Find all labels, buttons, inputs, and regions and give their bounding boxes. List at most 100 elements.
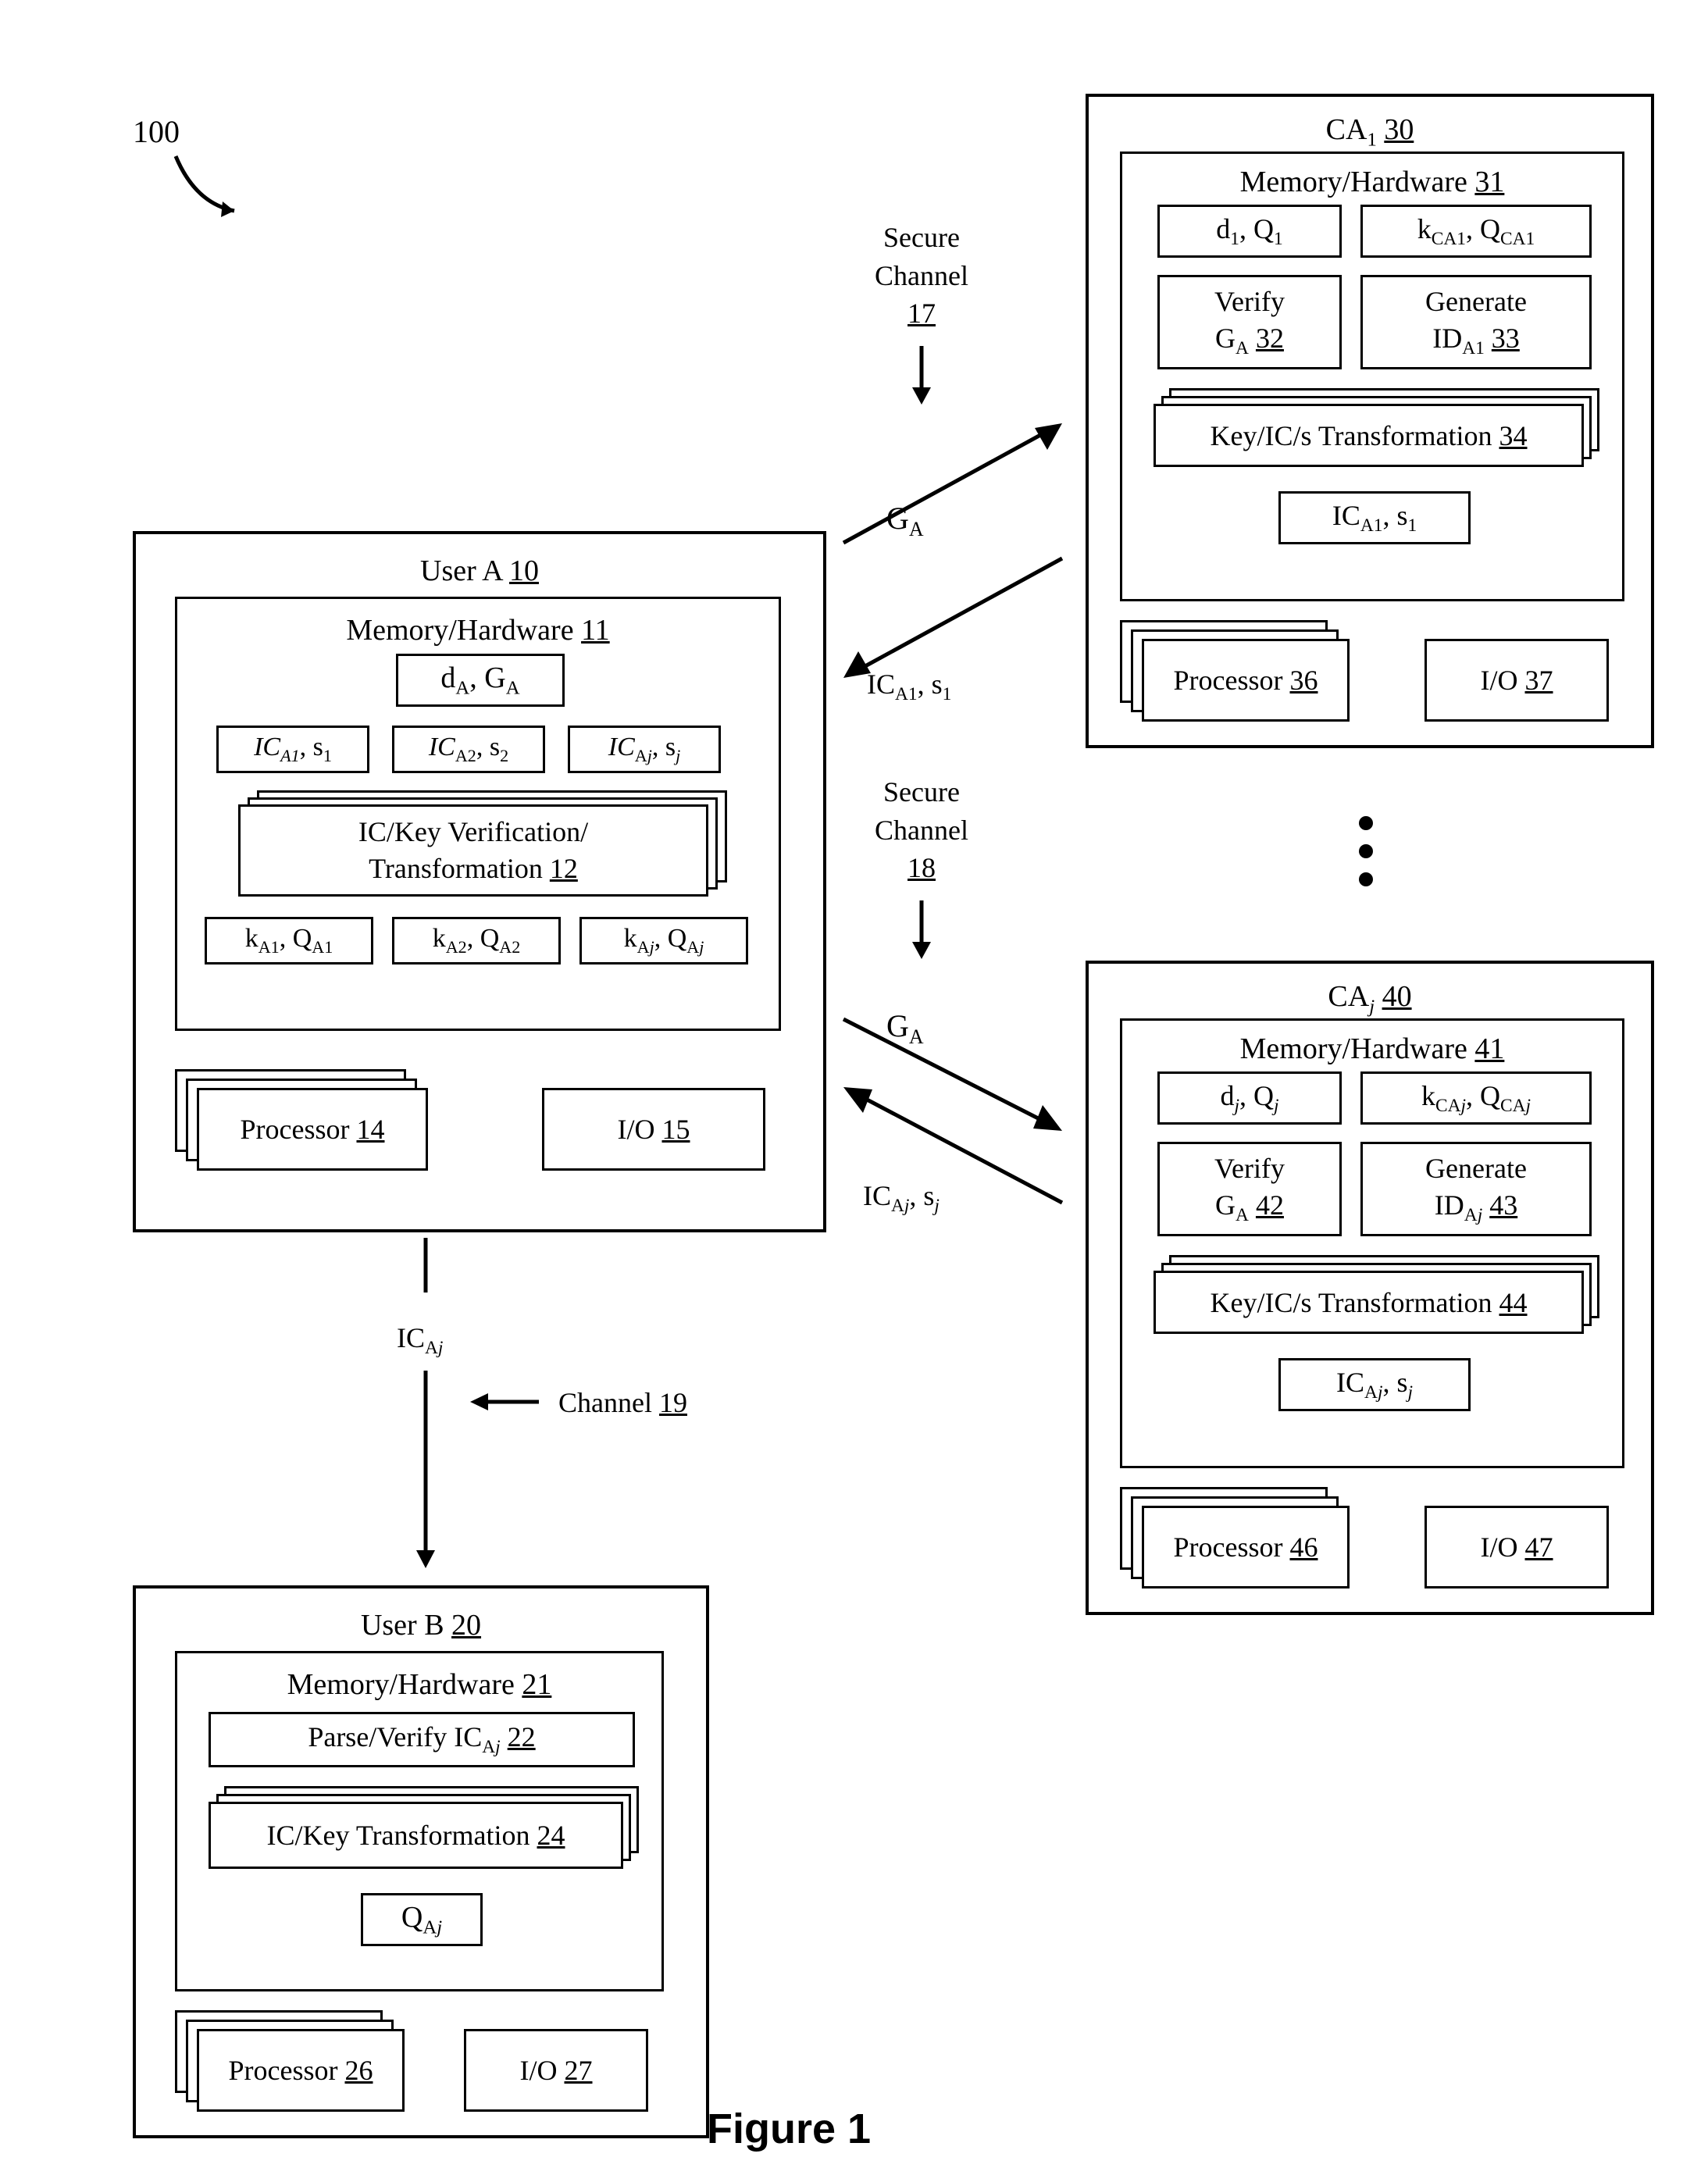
k-aj-label: kAj, QAj <box>624 924 704 957</box>
curved-arrow-100 <box>168 148 262 242</box>
user-a-proc-label: Processor 14 <box>241 1113 385 1146</box>
ica1-s1-label: ICA1, s1 <box>867 668 951 705</box>
user-b-mem-title: Memory/Hardware 21 <box>177 1667 661 1702</box>
caj-mem-text: Memory/Hardware <box>1240 1032 1467 1065</box>
caj-proc-label: Processor 46 <box>1174 1531 1318 1564</box>
user-b-io-box: I/O 27 <box>464 2029 648 2112</box>
caj-ics-label: ICAj, sj <box>1336 1366 1413 1403</box>
user-b-io-label: I/O 27 <box>520 2054 593 2087</box>
user-a-io-label: I/O 15 <box>618 1113 690 1146</box>
caj-verify-box: Verify GA 42 <box>1157 1142 1342 1236</box>
arrow-usera-to-userb <box>410 1234 441 1578</box>
ca1-verify-box: Verify GA 32 <box>1157 275 1342 369</box>
sc17-line1: Secure <box>824 219 1019 257</box>
user-a-mem-text: Memory/Hardware <box>346 614 573 647</box>
ca1-proc-label: Processor 36 <box>1174 664 1318 697</box>
ca1-verify-line1: Verify <box>1214 283 1285 320</box>
user-a-k2-box: kA2, QA2 <box>392 917 561 964</box>
ca1-memory-box: Memory/Hardware 31 d1, Q1 kCA1, QCA1 Ver… <box>1120 152 1624 601</box>
ca1-kq-box: kCA1, QCA1 <box>1360 205 1592 258</box>
ca1-keytrans-stack: Key/IC/s Transformation 34 <box>1154 388 1599 462</box>
caj-io-label: I/O 47 <box>1481 1531 1553 1564</box>
ga-label-2: GA <box>886 1007 924 1049</box>
sc18-line1: Secure <box>824 773 1019 811</box>
arrow-channel-19 <box>461 1386 547 1417</box>
sc18-line2: Channel <box>824 811 1019 850</box>
channel-19-label: Channel 19 <box>558 1386 687 1419</box>
ca1-title-text: CA1 <box>1326 113 1377 146</box>
ca1-dq-label: d1, Q1 <box>1216 212 1282 250</box>
ca1-dq-box: d1, Q1 <box>1157 205 1342 258</box>
caj-io-box: I/O 47 <box>1425 1506 1609 1588</box>
user-b-box: User B 20 Memory/Hardware 21 Parse/Verif… <box>133 1585 709 2138</box>
icaj-down-label: ICAj <box>397 1321 443 1359</box>
user-b-mem-text: Memory/Hardware <box>287 1668 515 1701</box>
user-b-ictrans-stack: IC/Key Transformation 24 <box>209 1786 638 1864</box>
ref-100: 100 <box>133 113 180 150</box>
user-a-kj-box: kAj, QAj <box>579 917 748 964</box>
caj-title-ref: 40 <box>1382 980 1412 1013</box>
ic-a2-label: ICA2, s2 <box>429 733 508 766</box>
secure-channel-18: Secure Channel 18 <box>824 773 1019 887</box>
user-b-parse-box: Parse/Verify ICAj 22 <box>209 1712 635 1767</box>
vertical-dots <box>1359 816 1373 886</box>
user-a-ic1-box: ICA1, s1 <box>216 726 369 773</box>
ca1-gen-line1: Generate <box>1425 283 1527 320</box>
sc17-line2: Channel <box>824 257 1019 295</box>
ca1-title-ref: 30 <box>1384 113 1414 146</box>
user-a-icver-line2: Transformation 12 <box>369 850 578 887</box>
user-a-mem-title: Memory/Hardware 11 <box>177 613 779 647</box>
ca1-title: CA1 30 <box>1089 112 1651 152</box>
ca1-processor-stack: Processor 36 <box>1120 620 1346 722</box>
user-a-memory-box: Memory/Hardware 11 dA, GA ICA1, s1 ICA2,… <box>175 597 781 1031</box>
user-b-mem-ref: 21 <box>522 1668 551 1701</box>
user-a-title-ref: 10 <box>509 554 539 587</box>
user-a-processor-stack: Processor 14 <box>175 1069 433 1167</box>
da-ga-label: dA, GA <box>440 661 519 700</box>
k-a2-label: kA2, QA2 <box>433 924 521 957</box>
user-a-icj-box: ICAj, sj <box>568 726 721 773</box>
caj-keytrans-label: Key/IC/s Transformation 44 <box>1210 1286 1527 1319</box>
caj-gen-line1: Generate <box>1425 1150 1527 1187</box>
user-b-title-text: User B <box>361 1609 444 1642</box>
caj-dq-box: dj, Qj <box>1157 1071 1342 1125</box>
ca1-mem-title: Memory/Hardware 31 <box>1122 165 1622 199</box>
ga-label-1: GA <box>886 500 924 541</box>
caj-kq-box: kCAj, QCAj <box>1360 1071 1592 1125</box>
caj-mem-title: Memory/Hardware 41 <box>1122 1032 1622 1066</box>
figure-caption: Figure 1 <box>707 2105 871 2153</box>
user-a-title-text: User A <box>420 554 502 587</box>
k-a1-label: kA1, QA1 <box>245 924 333 957</box>
secure-channel-17: Secure Channel 17 <box>824 219 1019 333</box>
caj-ics-box: ICAj, sj <box>1278 1358 1471 1411</box>
ca1-io-label: I/O 37 <box>1481 664 1553 697</box>
arrow-down-17 <box>906 342 937 412</box>
ca1-verify-line2: GA 32 <box>1215 320 1284 361</box>
user-a-mem-ref: 11 <box>581 614 610 647</box>
user-a-k1-box: kA1, QA1 <box>205 917 373 964</box>
caj-processor-stack: Processor 46 <box>1120 1487 1346 1588</box>
diagram-canvas: 100 User A 10 Memory/Hardware 11 dA, GA … <box>0 0 1708 2175</box>
parse-verify-label: Parse/Verify ICAj 22 <box>308 1720 535 1758</box>
q-aj-label: QAj <box>401 1900 442 1939</box>
user-a-icver-line1: IC/Key Verification/ <box>358 814 588 850</box>
caj-kq-label: kCAj, QCAj <box>1421 1079 1531 1117</box>
ca1-mem-ref: 31 <box>1474 166 1504 198</box>
user-a-io-box: I/O 15 <box>542 1088 765 1171</box>
ca1-kq-label: kCA1, QCA1 <box>1417 212 1535 250</box>
user-a-icver-stack: IC/Key Verification/ Transformation 12 <box>238 790 722 892</box>
user-a-ic2-box: ICA2, s2 <box>392 726 545 773</box>
caj-memory-box: Memory/Hardware 41 dj, Qj kCAj, QCAj Ver… <box>1120 1018 1624 1468</box>
caj-mem-ref: 41 <box>1474 1032 1504 1065</box>
icaj-sj-label: ICAj, sj <box>863 1179 940 1217</box>
caj-box: CAj 40 Memory/Hardware 41 dj, Qj kCAj, Q… <box>1086 961 1654 1615</box>
user-b-processor-stack: Processor 26 <box>175 2010 401 2112</box>
caj-verify-line1: Verify <box>1214 1150 1285 1187</box>
ca1-ics-label: ICA1, s1 <box>1332 499 1417 537</box>
user-a-title: User A 10 <box>136 554 823 588</box>
caj-keytrans-stack: Key/IC/s Transformation 44 <box>1154 1255 1599 1329</box>
user-b-title: User B 20 <box>136 1608 706 1642</box>
ca1-gen-box: Generate IDA1 33 <box>1360 275 1592 369</box>
ca1-gen-line2: IDA1 33 <box>1432 320 1520 361</box>
dot-icon <box>1359 872 1373 886</box>
